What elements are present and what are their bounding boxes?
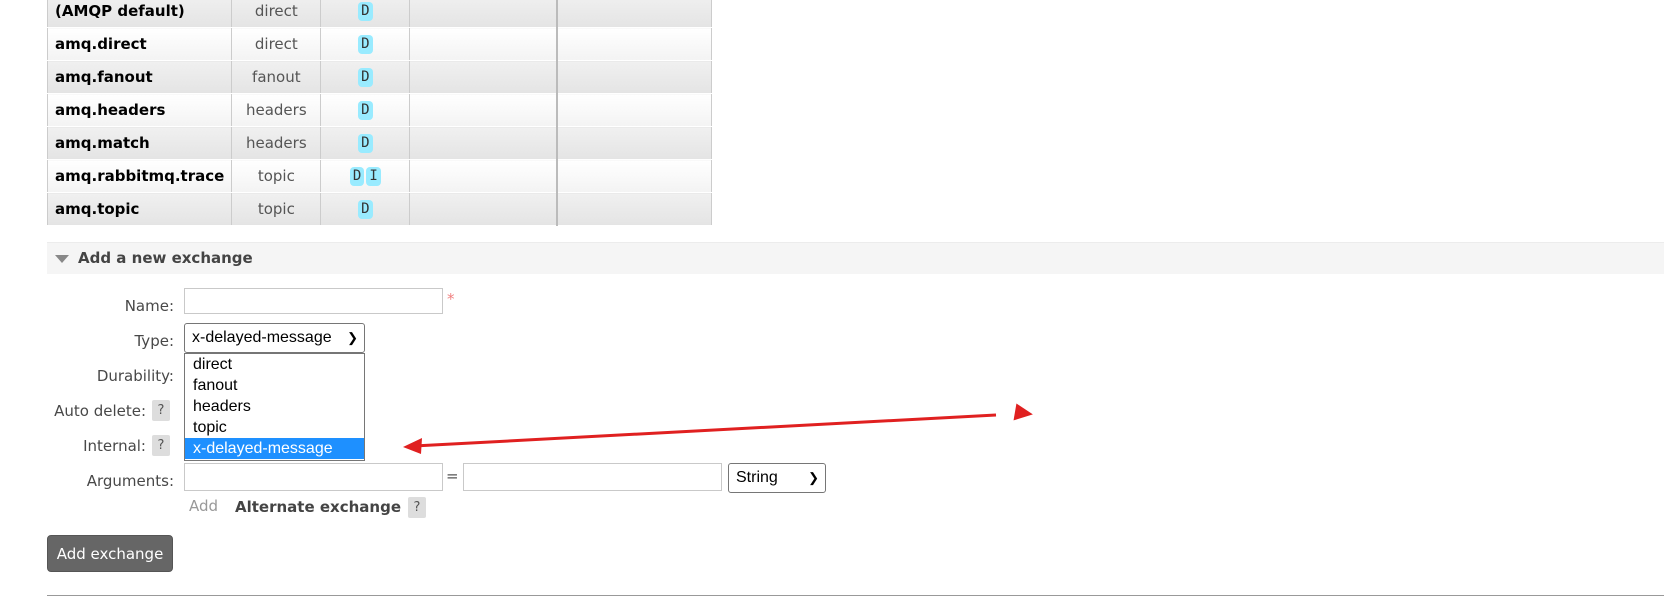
- annotation-arrow-icon: [403, 403, 1033, 454]
